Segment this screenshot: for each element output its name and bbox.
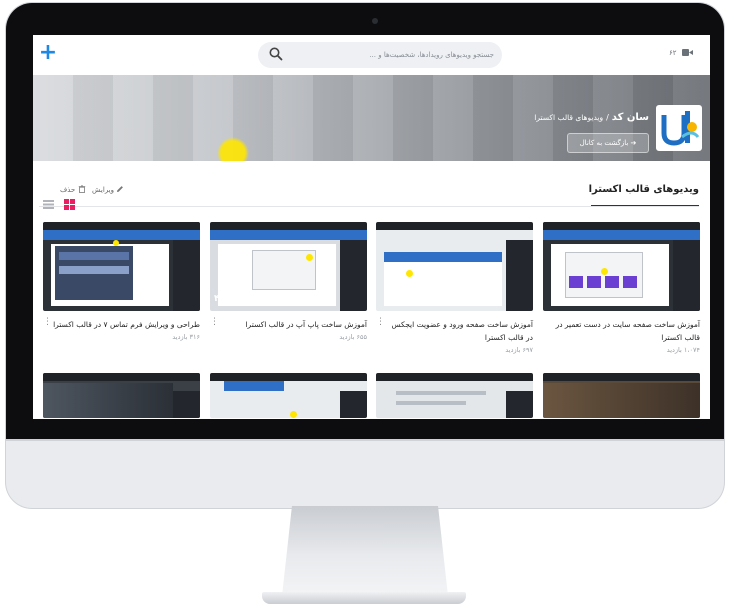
breadcrumb-current: ویدیوهای قالب اکسترا <box>534 113 604 122</box>
pencil-icon <box>117 186 124 192</box>
channel-banner: سان کد/ویدیوهای قالب اکسترا ➔ بازگشت به … <box>33 75 710 161</box>
top-bar: + ۶۲ <box>33 35 710 75</box>
grid-view-icon[interactable] <box>64 199 75 210</box>
video-thumbnail[interactable] <box>210 373 367 418</box>
back-to-channel-button[interactable]: ➔ بازگشت به کانال <box>567 133 649 153</box>
search-icon[interactable] <box>268 46 284 62</box>
camera-dot <box>372 18 378 24</box>
more-options-icon[interactable]: ⋮ <box>43 318 52 332</box>
monitor-chin-line <box>6 439 724 441</box>
video-thumbnail[interactable] <box>543 222 700 311</box>
monitor-stand <box>282 506 448 596</box>
video-card[interactable]: آموزش ساخت صفحه سایت در دست تعمیر در قال… <box>543 222 700 362</box>
more-options-icon[interactable]: ⋮ <box>210 318 219 332</box>
screen: + ۶۲ سان کد/ویدیوهای قالب اکستر <box>33 35 710 419</box>
more-options-icon[interactable]: ⋮ <box>376 318 385 332</box>
delete-button[interactable]: حذف <box>60 185 86 194</box>
video-title[interactable]: آموزش ساخت صفحه سایت در دست تعمیر در قال… <box>550 318 700 344</box>
trash-icon <box>78 185 85 193</box>
video-card[interactable] <box>43 373 200 419</box>
video-views: ۶۹۷ بازدید <box>505 346 533 354</box>
edit-button[interactable]: ویرایش <box>92 185 124 194</box>
channel-logo[interactable] <box>656 105 702 151</box>
video-title[interactable]: طراحی و ویرایش فرم تماس ۷ در قالب اکسترا <box>50 318 200 331</box>
video-views: ۶۵۵ بازدید <box>339 333 367 341</box>
video-card[interactable]: ۴:۴۹ ⋮ آموزش ساخت پاپ آپ در قالب اکسترا … <box>210 222 367 362</box>
breadcrumb-channel[interactable]: سان کد <box>612 112 649 123</box>
video-views: ۳۱۶ بازدید <box>172 333 200 341</box>
delete-label: حذف <box>60 186 76 194</box>
section-divider <box>39 206 699 207</box>
breadcrumb: سان کد/ویدیوهای قالب اکسترا <box>463 105 649 123</box>
video-title[interactable]: آموزش ساخت صفحه ورود و عضویت ایجکس در قا… <box>383 318 533 344</box>
page-title: ویدیوهای قالب اکسترا <box>588 184 699 195</box>
video-thumbnail[interactable] <box>43 373 200 418</box>
video-thumbnail[interactable] <box>376 222 533 311</box>
search-input[interactable] <box>298 45 494 65</box>
video-duration: ۴:۴۹ <box>214 294 235 304</box>
video-views: ۱،۰۷۴ بازدید <box>666 346 700 354</box>
video-thumbnail[interactable]: ۴:۴۹ <box>210 222 367 311</box>
edit-label: ویرایش <box>92 186 115 194</box>
list-view-icon[interactable] <box>43 200 54 209</box>
video-card[interactable]: ⋮ آموزش ساخت صفحه ورود و عضویت ایجکس در … <box>376 222 533 362</box>
plus-icon[interactable]: + <box>38 42 58 64</box>
video-card[interactable] <box>210 373 367 419</box>
video-card[interactable] <box>543 373 700 419</box>
video-card[interactable]: ⋮ طراحی و ویرایش فرم تماس ۷ در قالب اکست… <box>43 222 200 362</box>
video-count: ۶۲ <box>669 49 677 57</box>
video-title[interactable]: آموزش ساخت پاپ آپ در قالب اکسترا <box>217 318 367 331</box>
search-box[interactable] <box>258 42 502 68</box>
monitor-stand-base <box>262 592 466 604</box>
video-card[interactable] <box>376 373 533 419</box>
video-thumbnail[interactable] <box>43 222 200 311</box>
video-thumbnail[interactable] <box>543 373 700 418</box>
breadcrumb-separator: / <box>606 113 609 122</box>
sun-logo-icon <box>658 107 700 149</box>
video-thumbnail[interactable] <box>376 373 533 418</box>
video-camera-icon[interactable] <box>682 48 693 57</box>
